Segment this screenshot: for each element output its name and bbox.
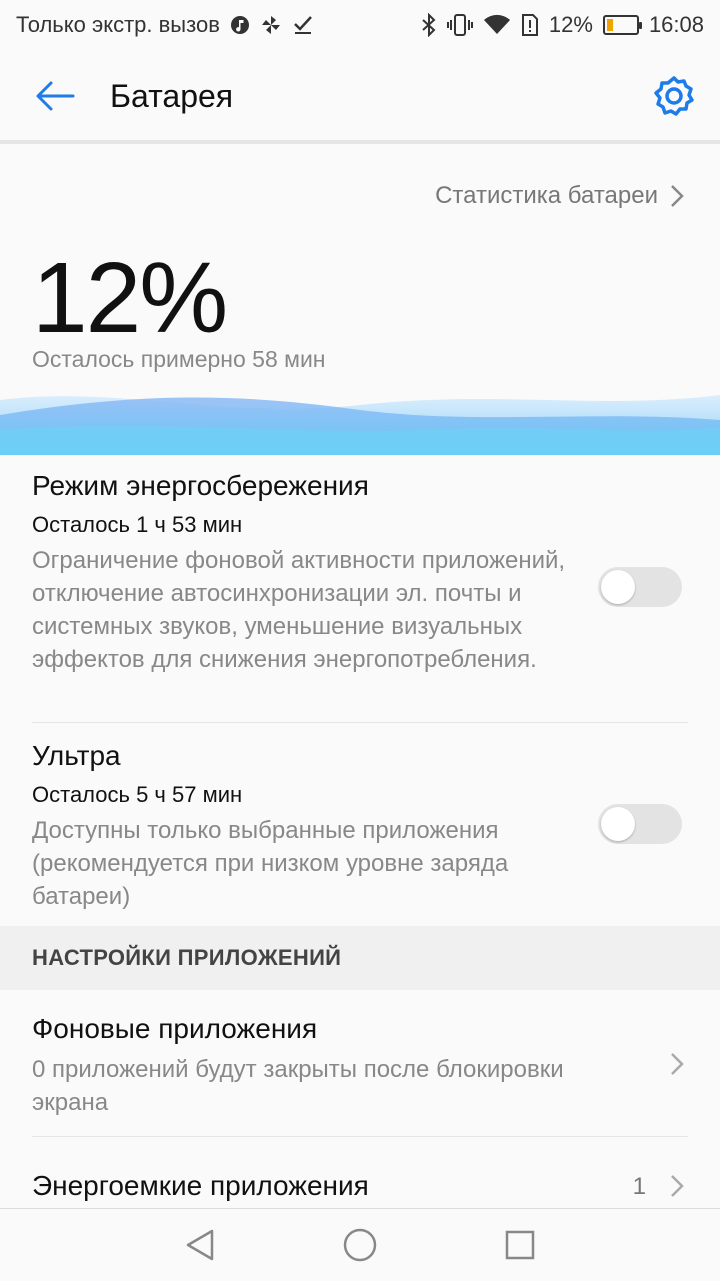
square-recents-icon <box>505 1230 535 1260</box>
appbar-divider <box>0 140 720 144</box>
nav-home-button[interactable] <box>280 1209 440 1281</box>
ultra-remaining: Осталось 5 ч 57 мин <box>32 782 243 807</box>
wifi-icon <box>483 14 511 36</box>
settings-button[interactable] <box>650 72 698 120</box>
power-saving-title: Режим энергосбережения <box>32 470 369 501</box>
back-arrow-icon <box>36 81 75 111</box>
ultra-title: Ультра <box>32 740 121 771</box>
heavy-apps-title: Энергоемкие приложения <box>32 1170 369 1201</box>
status-bar: Только экстр. вызов 12% 16:08 <box>0 0 720 50</box>
carrier-text: Только экстр. вызов <box>16 12 220 37</box>
battery-stats-label: Статистика батареи <box>435 182 658 209</box>
nav-back-button[interactable] <box>120 1209 280 1281</box>
alert-sim-icon <box>521 13 539 37</box>
ultra-toggle[interactable] <box>598 804 682 844</box>
divider <box>32 1136 688 1137</box>
divider <box>32 722 688 723</box>
vibrate-icon <box>446 13 473 37</box>
background-apps-row[interactable]: Фоновые приложения 0 приложений будут за… <box>32 1013 632 1119</box>
gear-icon <box>654 76 694 116</box>
background-apps-description: 0 приложений будут закрыты после блокиро… <box>32 1056 564 1116</box>
check-icon <box>292 14 314 36</box>
app-settings-header-label: НАСТРОЙКИ ПРИЛОЖЕНИЙ <box>32 945 342 970</box>
power-saving-toggle[interactable] <box>598 567 682 607</box>
heavy-apps-row[interactable]: Энергоемкие приложения <box>32 1170 592 1202</box>
background-apps-title: Фоновые приложения <box>32 1013 318 1044</box>
battery-remaining-text: Осталось примерно 58 мин <box>32 346 326 372</box>
bluetooth-icon <box>421 13 437 37</box>
ultra-row[interactable]: Ультра Осталось 5 ч 57 мин Доступны толь… <box>32 740 572 913</box>
circle-home-icon <box>343 1228 377 1262</box>
power-saving-description: Ограничение фоновой активности приложени… <box>32 547 566 673</box>
back-button[interactable] <box>0 50 110 142</box>
app-bar: Батарея <box>0 50 720 142</box>
chevron-right-icon <box>671 1175 684 1197</box>
triangle-back-icon <box>186 1229 214 1261</box>
battery-wave-graphic <box>0 395 720 455</box>
ultra-description: Доступны только выбранные приложения (ре… <box>32 817 509 910</box>
battery-icon <box>602 15 642 35</box>
page-title: Батарея <box>110 77 234 114</box>
music-icon <box>230 15 250 35</box>
clock: 16:08 <box>648 12 704 37</box>
power-saving-row[interactable]: Режим энергосбережения Осталось 1 ч 53 м… <box>32 470 572 676</box>
pinwheel-icon <box>260 14 282 36</box>
app-settings-header: НАСТРОЙКИ ПРИЛОЖЕНИЙ <box>0 926 720 990</box>
battery-percent: 12% <box>548 12 593 37</box>
chevron-right-icon <box>671 1053 684 1075</box>
battery-stats-link[interactable]: Статистика батареи <box>435 182 684 210</box>
power-saving-remaining: Осталось 1 ч 53 мин <box>32 512 243 537</box>
battery-percent-large: 12% <box>32 242 228 354</box>
heavy-apps-count: 1 <box>632 1173 646 1200</box>
chevron-right-icon <box>671 185 684 207</box>
nav-recents-button[interactable] <box>440 1209 600 1281</box>
navigation-bar <box>0 1208 720 1281</box>
